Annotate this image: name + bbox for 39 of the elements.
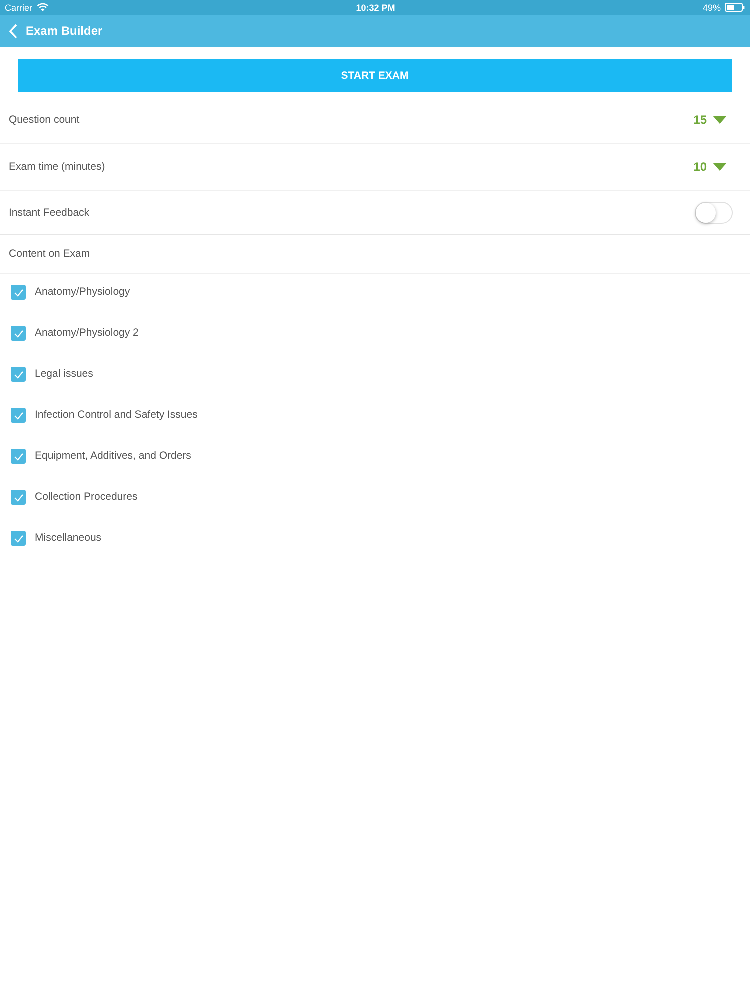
topic-label: Equipment, Additives, and Orders (35, 449, 192, 464)
checkmark-icon (14, 534, 24, 542)
back-chevron-icon (9, 24, 18, 38)
checkmark-icon (14, 330, 24, 338)
checkbox[interactable] (11, 449, 26, 464)
checkbox[interactable] (11, 285, 26, 300)
screen-title: Exam Builder (26, 24, 103, 38)
topic-label: Miscellaneous (35, 531, 102, 546)
checkbox[interactable] (11, 367, 26, 382)
checkbox[interactable] (11, 490, 26, 505)
battery-icon (725, 3, 745, 12)
start-exam-button[interactable]: START EXAM (18, 59, 732, 92)
instant-feedback-toggle[interactable] (695, 202, 733, 224)
topic-label: Infection Control and Safety Issues (35, 408, 198, 423)
battery-percentage: 49% (702, 2, 721, 12)
setting-label: Question count (9, 114, 80, 126)
section-heading: Content on Exam (9, 248, 90, 260)
checkmark-icon (14, 494, 24, 502)
dropdown-arrow-icon (713, 163, 727, 171)
dropdown-arrow-icon (713, 116, 727, 124)
checkbox[interactable] (11, 531, 26, 546)
checkmark-icon (14, 452, 24, 460)
topic-label: Collection Procedures (35, 490, 138, 505)
topic-label: Anatomy/Physiology 2 (35, 326, 139, 341)
checkmark-icon (14, 370, 24, 378)
checkbox[interactable] (11, 326, 26, 341)
value-dropdown[interactable]: 10 (694, 160, 727, 174)
wifi-icon (36, 3, 49, 12)
topic-label: Anatomy/Physiology (35, 285, 130, 300)
checkmark-icon (14, 412, 24, 420)
checkbox[interactable] (11, 408, 26, 423)
carrier-label: Carrier (5, 2, 33, 12)
value-dropdown[interactable]: 15 (694, 113, 727, 127)
clock-time: 10:32 PM (356, 2, 396, 12)
topic-label: Legal issues (35, 367, 94, 382)
checkmark-icon (14, 288, 24, 296)
setting-label: Instant Feedback (9, 206, 90, 218)
setting-label: Exam time (minutes) (9, 161, 106, 173)
back-button[interactable] (9, 24, 18, 38)
